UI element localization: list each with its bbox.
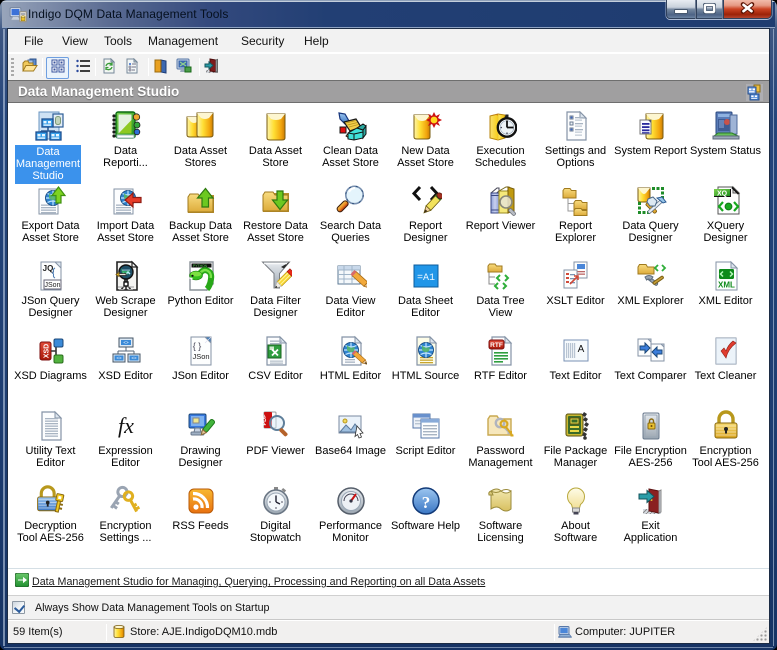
svg-text:?: ? bbox=[421, 493, 430, 512]
svg-text:{ }: { } bbox=[192, 341, 201, 351]
svg-text:XQ: XQ bbox=[716, 191, 727, 198]
svg-text:XSD: XSD bbox=[43, 344, 50, 358]
svg-text:<>: <> bbox=[131, 356, 137, 361]
svg-text:JQ: JQ bbox=[42, 264, 53, 273]
svg-text:JSon: JSon bbox=[192, 352, 209, 361]
svg-text:<>: <> bbox=[123, 340, 129, 345]
svg-text:A: A bbox=[577, 344, 584, 355]
svg-text:XML: XML bbox=[718, 281, 735, 290]
svg-text:=A1: =A1 bbox=[416, 273, 434, 284]
svg-text:PDF: PDF bbox=[262, 414, 268, 426]
svg-text:RTF: RTF bbox=[490, 342, 503, 349]
svg-text:<>: <> bbox=[116, 356, 122, 361]
svg-text:fx: fx bbox=[118, 413, 134, 438]
svg-text:JSon: JSon bbox=[44, 282, 60, 289]
